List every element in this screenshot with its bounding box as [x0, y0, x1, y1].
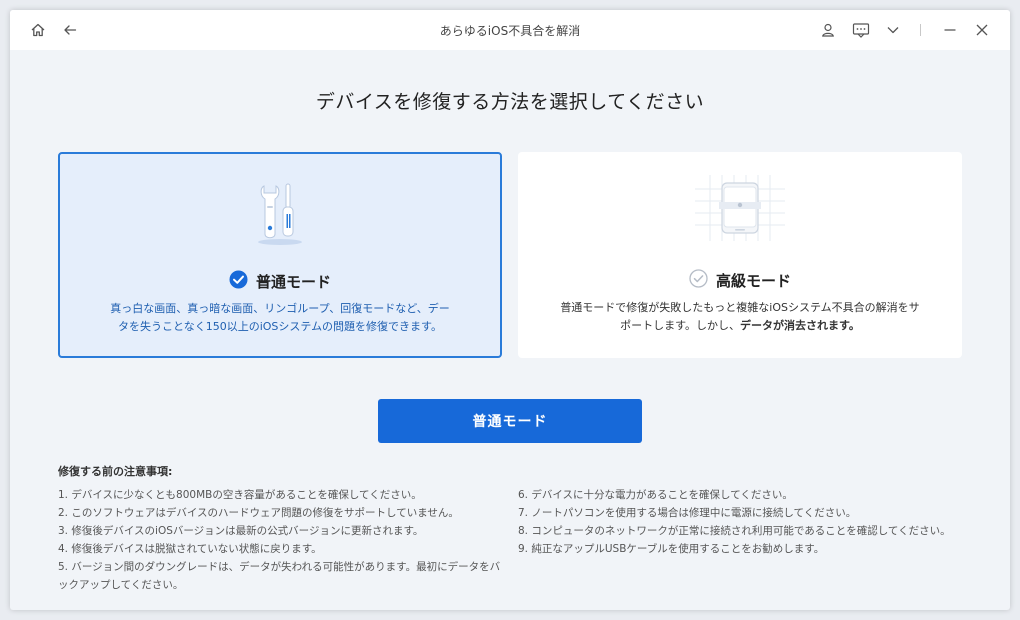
note-item: 6. デバイスに十分な電力があることを確保してください。 — [518, 489, 793, 501]
advanced-mode-title: 高級モード — [715, 272, 791, 290]
advanced-mode-title-row: 高級モード — [519, 269, 961, 292]
note-item: 2. このソフトウェアはデバイスのハードウェア問題の修復をサポートしていません。 — [58, 507, 459, 519]
device-icon — [695, 175, 785, 245]
repair-tools-icon — [250, 180, 310, 250]
start-standard-mode-button[interactable]: 普通モード — [378, 399, 642, 443]
note-item: 3. 修復後デバイスのiOSバージョンは最新の公式バージョンに更新されます。 — [58, 525, 424, 537]
note-item: 4. 修復後デバイスは脱獄されていない状態に戻ります。 — [58, 543, 322, 555]
close-icon[interactable] — [972, 20, 992, 40]
titlebar-divider — [920, 24, 921, 36]
app-window: あらゆるiOS不具合を解消 デバイスを修復する方法を選択してください 普通モード… — [10, 10, 1010, 610]
notes-list-right: 6. デバイスに十分な電力があることを確保してください。 7. ノートパソコンを使… — [518, 486, 963, 558]
check-circle-icon — [229, 270, 248, 293]
check-circle-outline-icon — [689, 269, 708, 292]
data-erased-warning: データが消去されます。 — [740, 319, 860, 332]
notes-list-left: 1. デバイスに少なくとも800MBの空き容量があることを確保してください。 2.… — [58, 486, 508, 594]
page-title: デバイスを修復する方法を選択してください — [315, 91, 705, 113]
note-item: 1. デバイスに少なくとも800MBの空き容量があることを確保してください。 — [58, 489, 422, 501]
advanced-mode-card[interactable]: 高級モード 普通モードで修復が失敗したもっと複雑なiOSシステム不具合の解消をサ… — [518, 152, 962, 358]
note-item: 5. バージョン間のダウングレードは、データが失われる可能性があります。最初にデ… — [58, 561, 501, 591]
chat-icon[interactable] — [851, 20, 871, 40]
note-item: 7. ノートパソコンを使用する場合は修理中に電源に接続してください。 — [518, 507, 857, 519]
minimize-icon[interactable] — [940, 20, 960, 40]
standard-mode-title: 普通モード — [255, 273, 331, 291]
user-icon[interactable] — [818, 20, 838, 40]
note-item: 8. コンピュータのネットワークが正常に接続され利用可能であることを確認してくだ… — [518, 525, 951, 537]
standard-mode-card[interactable]: 普通モード 真っ白な画面、真っ暗な画面、リンゴループ、回復モードなど、データを失… — [58, 152, 502, 358]
chevron-down-icon[interactable] — [883, 20, 903, 40]
advanced-mode-description: 普通モードで修復が失敗したもっと複雑なiOSシステム不具合の解消をサポートします… — [559, 299, 921, 335]
standard-mode-description: 真っ白な画面、真っ暗な画面、リンゴループ、回復モードなど、データを失うことなく1… — [110, 302, 450, 333]
standard-mode-title-row: 普通モード — [60, 270, 500, 293]
notes-title: 修復する前の注意事項: — [58, 465, 173, 478]
note-item: 9. 純正なアップルUSBケーブルを使用することをお勧めします。 — [518, 543, 825, 555]
title-bar: あらゆるiOS不具合を解消 — [10, 10, 1010, 50]
